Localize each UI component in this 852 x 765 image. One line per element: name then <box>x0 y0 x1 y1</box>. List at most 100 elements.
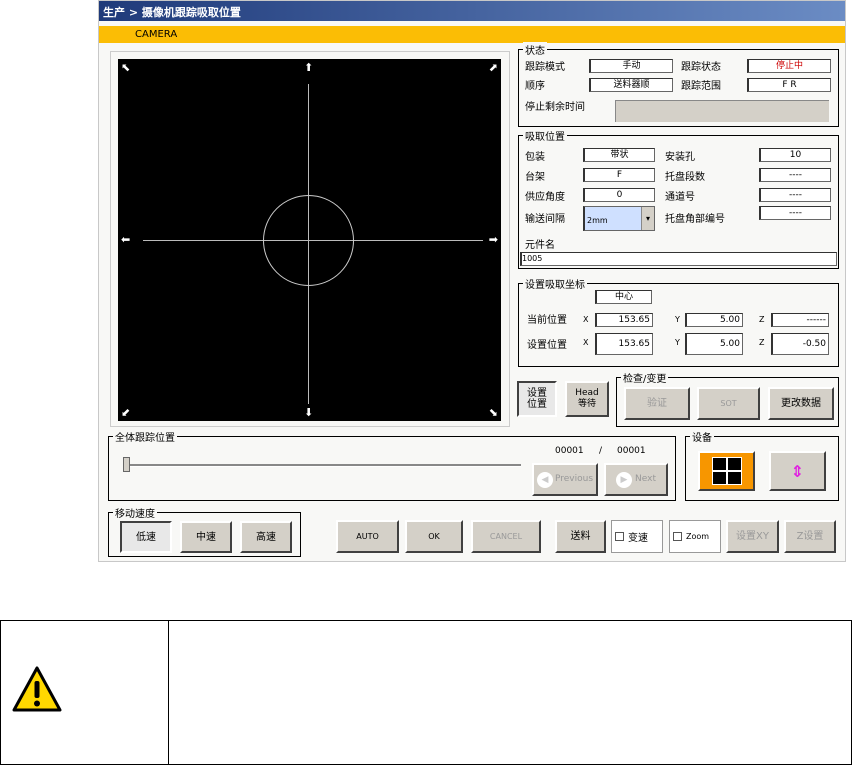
tray-corner-label: 托盘角部编号 <box>665 214 725 225</box>
camera-header: CAMERA <box>99 26 845 43</box>
camera-view[interactable]: ⬉ ⬆ ⬈ ⬅ ➡ ⬋ ⬇ ⬊ <box>118 59 501 421</box>
sot-button[interactable]: SOT <box>697 387 760 420</box>
set-xy-button[interactable]: 设置XY <box>726 520 779 553</box>
tracking-slider-track[interactable] <box>123 464 521 467</box>
checkbox-icon <box>615 532 624 541</box>
speed-change-checkbox[interactable]: 变速 <box>611 520 663 553</box>
current-y-field: 5.00 <box>685 313 743 327</box>
angle-field: 0 <box>583 188 655 202</box>
speed-change-label: 变速 <box>628 533 648 544</box>
x-label: X <box>583 338 589 347</box>
next-button[interactable]: ▶ Next <box>604 463 668 496</box>
previous-label: Previous <box>554 474 594 484</box>
ok-button[interactable]: OK <box>405 520 463 553</box>
tracking-current: 00001 <box>555 446 584 456</box>
warning-box <box>0 620 852 765</box>
part-name-field[interactable]: 1005 <box>520 252 837 266</box>
head-height-button[interactable]: ⇕ <box>769 451 826 491</box>
arrow-down-right-icon[interactable]: ⬊ <box>489 406 498 419</box>
tracking-total: 00001 <box>617 446 646 456</box>
x-label: X <box>583 315 589 324</box>
y-label: Y <box>675 338 680 347</box>
checkbox-icon <box>673 532 682 541</box>
hole-label: 安装孔 <box>665 152 695 163</box>
device-legend: 设备 <box>690 429 714 444</box>
grid-icon <box>711 457 742 485</box>
arrow-up-icon[interactable]: ⬆ <box>304 61 313 74</box>
mid-speed-button[interactable]: 中速 <box>180 521 232 553</box>
lane-label: 通道号 <box>665 192 695 203</box>
package-label: 包装 <box>525 152 545 163</box>
reference-field: 中心 <box>595 290 652 304</box>
arrow-left-icon[interactable]: ⬅ <box>121 233 130 246</box>
warning-icon-cell <box>1 621 169 764</box>
set-position-button[interactable]: 设置位置 <box>517 381 557 417</box>
check-change-group: 检查/变更 验证 SOT 更改数据 <box>616 370 839 427</box>
tracking-range-field: F R <box>747 78 831 92</box>
next-label: Next <box>635 474 656 484</box>
lane-field: ---- <box>759 188 831 202</box>
current-z-field: ------ <box>771 313 829 327</box>
camera-grid-button[interactable] <box>698 451 755 491</box>
tracking-mode-label: 跟踪模式 <box>525 62 565 73</box>
order-field: 送料器顺 <box>589 78 673 92</box>
auto-button[interactable]: AUTO <box>336 520 399 553</box>
previous-button[interactable]: ◀ Previous <box>532 463 598 496</box>
stage-field: F <box>583 168 655 182</box>
status-legend: 状态 <box>523 42 547 57</box>
set-y-field[interactable]: 5.00 <box>685 333 743 355</box>
part-name-label: 元件名 <box>525 240 555 251</box>
hole-field: 10 <box>759 148 831 162</box>
tracking-state-field: 停止中 <box>747 59 831 73</box>
move-speed-group: 移动速度 低速 中速 高速 <box>108 505 301 557</box>
arrow-up-right-icon[interactable]: ⬈ <box>489 61 498 74</box>
tracking-mode-field: 手动 <box>589 59 673 73</box>
set-z-field[interactable]: -0.50 <box>771 333 829 355</box>
pitch-label: 输送间隔 <box>525 214 565 225</box>
nozzle-height-icon: ⇕ <box>790 461 805 481</box>
z-label: Z <box>759 338 765 347</box>
tracking-separator: / <box>599 446 603 456</box>
current-x-field: 153.65 <box>595 313 653 327</box>
z-label: Z <box>759 315 765 324</box>
arrow-down-icon[interactable]: ⬇ <box>304 406 313 419</box>
tracking-slider-thumb[interactable] <box>123 457 130 472</box>
high-speed-button[interactable]: 高速 <box>240 521 292 553</box>
chevron-down-icon[interactable]: ▾ <box>641 207 654 230</box>
camera-tracking-window: 生产 > 摄像机跟踪吸取位置 CAMERA ⬉ ⬆ ⬈ ⬅ ➡ ⬋ ⬇ ⬊ 状态… <box>98 0 846 562</box>
zoom-checkbox[interactable]: Zoom <box>669 520 721 553</box>
y-label: Y <box>675 315 680 324</box>
cancel-button[interactable]: CANCEL <box>471 520 541 553</box>
change-data-button[interactable]: 更改数据 <box>768 387 834 420</box>
feed-button[interactable]: 送料 <box>555 520 606 553</box>
arrow-down-left-icon[interactable]: ⬋ <box>121 406 130 419</box>
arrow-up-left-icon[interactable]: ⬉ <box>121 61 130 74</box>
status-group: 状态 跟踪模式 手动 跟踪状态 停止中 顺序 送料器顺 跟踪范围 F R 停止剩… <box>518 42 839 127</box>
pitch-select[interactable]: 2mm ▾ <box>583 206 655 231</box>
zoom-label: Zoom <box>686 532 710 541</box>
head-wait-button[interactable]: Head 等待 <box>565 381 609 417</box>
speed-legend: 移动速度 <box>113 505 157 520</box>
set-pickup-coords-group: 设置吸取坐标 中心 当前位置 X 153.65 Y 5.00 Z ------ … <box>518 276 839 367</box>
coords-legend: 设置吸取坐标 <box>523 276 587 291</box>
package-field: 带状 <box>583 148 655 162</box>
set-pos-label: 设置位置 <box>527 340 567 351</box>
overall-tracking-group: 全体跟踪位置 00001 / 00001 ◀ Previous ▶ Next <box>108 429 676 501</box>
current-pos-label: 当前位置 <box>527 315 567 326</box>
low-speed-button[interactable]: 低速 <box>120 521 172 553</box>
warning-icon <box>12 666 62 712</box>
verify-button[interactable]: 验证 <box>624 387 690 420</box>
pickup-position-group: 吸取位置 包装 带状 安装孔 10 台架 F 托盘段数 ---- 供应角度 0 … <box>518 128 839 269</box>
tray-levels-label: 托盘段数 <box>665 172 705 183</box>
arrow-right-icon[interactable]: ➡ <box>489 233 498 246</box>
set-x-field[interactable]: 153.65 <box>595 333 653 355</box>
order-label: 顺序 <box>525 81 545 92</box>
stage-label: 台架 <box>525 172 545 183</box>
tray-corner-field: ---- <box>759 206 831 220</box>
remaining-time-field <box>615 100 829 122</box>
tracking-range-label: 跟踪范围 <box>681 81 721 92</box>
pickup-legend: 吸取位置 <box>523 128 567 143</box>
pitch-value: 2mm <box>587 216 608 225</box>
set-z-button[interactable]: Z设置 <box>784 520 836 553</box>
tracking-state-label: 跟踪状态 <box>681 62 721 73</box>
